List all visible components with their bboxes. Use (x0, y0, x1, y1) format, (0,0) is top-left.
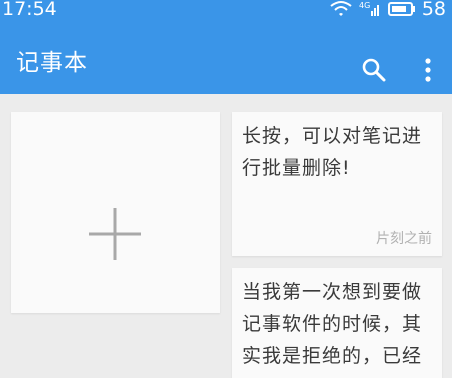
add-note-card[interactable] (11, 112, 220, 313)
notes-grid: 长按，可以对笔记进行批量删除! 片刻之前 当我第一次想到要做记事软件的时候，其实… (0, 94, 452, 378)
battery-level: 58 (421, 0, 446, 20)
battery-icon (387, 2, 415, 16)
note-card[interactable]: 当我第一次想到要做记事软件的时候，其实我是拒绝的，已经 (232, 268, 442, 378)
app-bar: 记事本 (0, 24, 452, 94)
more-vert-icon[interactable] (420, 57, 436, 83)
app-title: 记事本 (16, 50, 88, 76)
note-text: 当我第一次想到要做记事软件的时候，其实我是拒绝的，已经 (242, 281, 423, 367)
plus-icon (89, 208, 141, 260)
note-time: 片刻之前 (376, 231, 432, 247)
status-bar: 17:54 4G 58 (0, 0, 452, 24)
network-type: 4G (359, 1, 370, 10)
wifi-icon (330, 1, 352, 16)
status-time: 17:54 (2, 0, 57, 20)
note-card[interactable]: 长按，可以对笔记进行批量删除! 片刻之前 (232, 112, 442, 256)
search-icon[interactable] (361, 57, 387, 83)
note-text: 长按，可以对笔记进行批量删除! (242, 125, 423, 179)
status-right: 4G 58 (330, 0, 446, 20)
signal-icon: 4G (359, 1, 379, 16)
